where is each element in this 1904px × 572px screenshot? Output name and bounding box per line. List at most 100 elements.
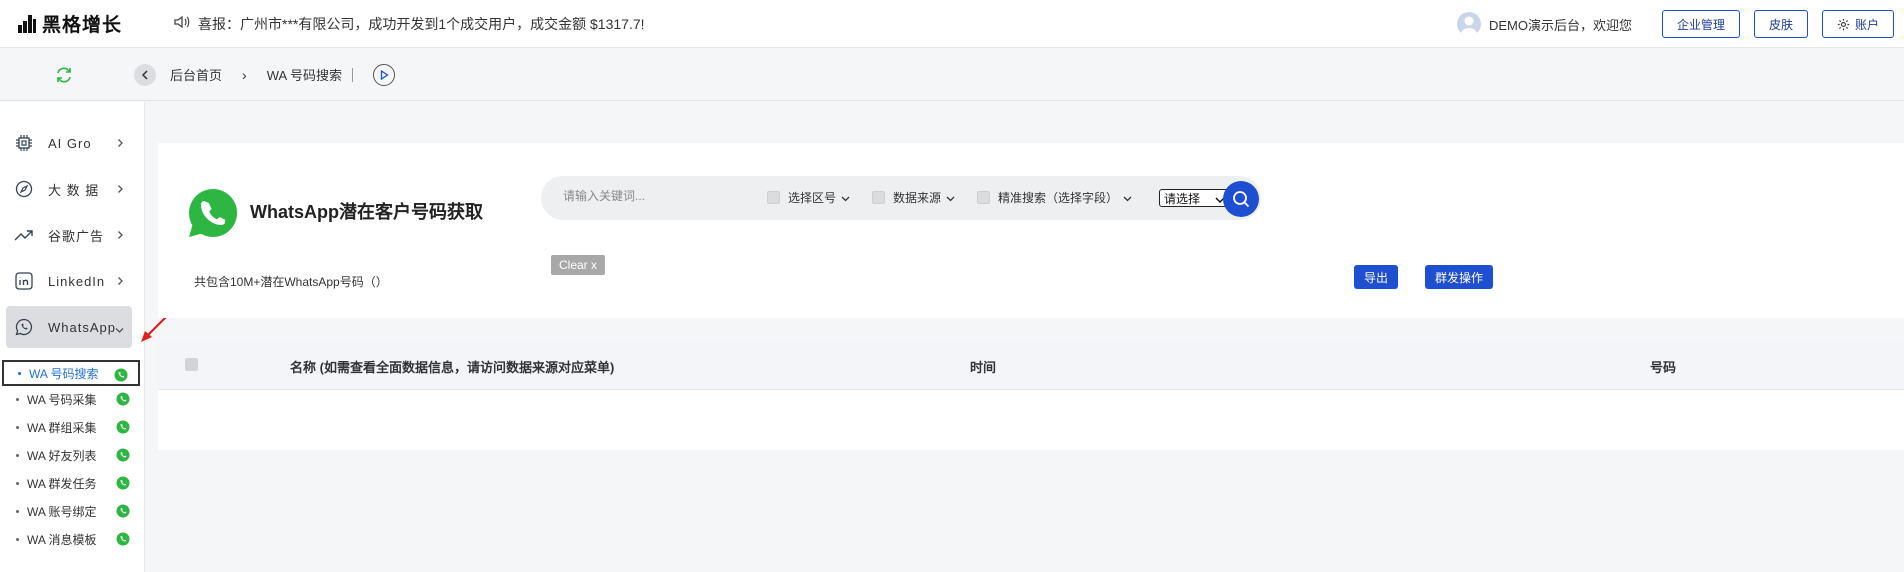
subitem-label: WA 账号绑定 [27, 504, 97, 519]
whatsapp-icon [114, 368, 128, 385]
sidebar-subitem-wa-message-template[interactable]: WA 消息模板 [2, 526, 140, 552]
skin-button[interactable]: 皮肤 [1753, 10, 1808, 38]
column-header-time: 时间 [970, 360, 997, 375]
logo-text: 黑格增长 [42, 15, 123, 36]
chevron-down-icon [1123, 191, 1132, 205]
field-select-value: 请选择 [1164, 191, 1201, 206]
sidebar: AI Gro 大 数 据 谷歌广告 LinkedIn WhatsApp WA 号… [0, 102, 145, 572]
notice-text: 喜报：广州市***有限公司，成功开发到1个成交用户，成交金额 $1317.7! [198, 15, 645, 32]
speaker-icon [174, 15, 190, 32]
results-table: 名称 (如需查看全面数据信息，请访问数据来源对应菜单) 时间 号码 [158, 340, 1904, 450]
filter-source[interactable]: 数据来源 [872, 189, 955, 206]
chevron-right-icon [117, 136, 124, 151]
breadcrumb-separator: › [242, 66, 247, 83]
sidebar-item-google-ads[interactable]: 谷歌广告 [6, 214, 132, 256]
sidebar-item-label: 大 数 据 [48, 182, 100, 198]
subitem-label: WA 群发任务 [27, 476, 97, 491]
whatsapp-logo-icon [187, 187, 239, 242]
whatsapp-icon [14, 318, 34, 336]
sidebar-item-whatsapp[interactable]: WhatsApp [6, 306, 132, 348]
subitem-label: WA 群组采集 [27, 420, 97, 435]
whatsapp-icon [116, 448, 130, 465]
logo[interactable]: 黑格增长 [18, 10, 138, 37]
search-bar: 选择区号 数据来源 精准搜索（选择字段） 请选择 [541, 176, 1261, 220]
export-button[interactable]: 导出 [1354, 265, 1399, 289]
tab-bar: 后台首页 › WA 号码搜索 [0, 49, 1904, 101]
sidebar-subitem-wa-number-search[interactable]: WA 号码搜索 [2, 360, 140, 386]
bullet [16, 481, 19, 485]
sidebar-subitem-wa-number-collect[interactable]: WA 号码采集 [2, 386, 140, 412]
subitem-label: WA 号码搜索 [29, 366, 99, 381]
clear-button[interactable]: Clear x [551, 255, 606, 275]
search-icon [1233, 191, 1250, 208]
chevron-right-icon [117, 274, 124, 289]
breadcrumb-home[interactable]: 后台首页 [170, 65, 222, 84]
bullet [16, 509, 19, 513]
bullet [16, 425, 19, 429]
sidebar-item-label: WhatsApp [48, 319, 116, 335]
compass-icon [14, 180, 34, 198]
sidebar-item-big-data[interactable]: 大 数 据 [6, 168, 132, 210]
sidebar-subitem-wa-bulk-task[interactable]: WA 群发任务 [2, 470, 140, 496]
chevron-right-icon [117, 228, 124, 243]
enterprise-button[interactable]: 企业管理 [1661, 10, 1740, 38]
page-title: WhatsApp潜在客户号码获取 [250, 202, 483, 222]
sidebar-item-linkedin[interactable]: LinkedIn [6, 260, 132, 302]
subitem-label: WA 号码采集 [27, 392, 97, 407]
whatsapp-icon [116, 532, 130, 549]
bullet [18, 371, 21, 375]
collapse-left-button[interactable] [134, 63, 156, 86]
sidebar-item-ai-gro[interactable]: AI Gro [6, 122, 132, 164]
search-card: WhatsApp潜在客户号码获取 共包含10M+潜在WhatsApp号码（） 选… [158, 143, 1904, 318]
whatsapp-icon [116, 392, 130, 409]
filter-region-checkbox[interactable] [767, 191, 780, 204]
filter-precise-checkbox[interactable] [977, 191, 990, 204]
table-header: 名称 (如需查看全面数据信息，请访问数据来源对应菜单) 时间 号码 [158, 340, 1904, 390]
filter-region-label: 选择区号 [788, 191, 837, 205]
subitem-label: WA 消息模板 [27, 532, 97, 547]
whatsapp-icon [116, 476, 130, 493]
chevron-down-icon [946, 191, 955, 205]
bullet [16, 537, 19, 541]
whatsapp-icon [116, 420, 130, 437]
subitem-label: WA 好友列表 [27, 448, 97, 463]
notice-bar: 喜报：广州市***有限公司，成功开发到1个成交用户，成交金额 $1317.7! [174, 14, 645, 34]
sidebar-subitem-wa-friend-list[interactable]: WA 好友列表 [2, 442, 140, 468]
top-header: 黑格增长 喜报：广州市***有限公司，成功开发到1个成交用户，成交金额 $131… [0, 0, 1904, 48]
column-header-name: 名称 (如需查看全面数据信息，请访问数据来源对应菜单) [290, 360, 615, 375]
sidebar-item-label: LinkedIn [48, 273, 106, 289]
avatar[interactable] [1456, 12, 1481, 36]
sidebar-subitem-wa-group-collect[interactable]: WA 群组采集 [2, 414, 140, 440]
filter-source-checkbox[interactable] [872, 191, 885, 204]
bullet [16, 453, 19, 457]
filter-source-label: 数据来源 [893, 191, 942, 205]
bulk-send-button[interactable]: 群发操作 [1425, 265, 1494, 289]
trend-icon [14, 227, 34, 243]
gear-icon [1837, 18, 1850, 30]
chevron-down-icon [841, 191, 850, 205]
field-select[interactable]: 请选择 [1159, 189, 1229, 207]
play-video-icon[interactable] [373, 63, 396, 86]
search-input[interactable] [563, 189, 743, 203]
chevron-down-icon [115, 322, 124, 337]
whatsapp-icon [116, 504, 130, 521]
linkedin-icon [14, 272, 34, 290]
filter-precise-label: 精准搜索（选择字段） [998, 191, 1119, 205]
sidebar-item-label: 谷歌广告 [48, 228, 105, 244]
filter-region[interactable]: 选择区号 [767, 189, 850, 206]
filter-precise[interactable]: 精准搜索（选择字段） [977, 189, 1132, 206]
column-header-number: 号码 [1650, 360, 1677, 375]
select-all-checkbox[interactable] [185, 358, 198, 371]
divider [352, 67, 354, 82]
welcome-text: DEMO演示后台，欢迎您 [1488, 17, 1632, 33]
refresh-icon[interactable] [0, 66, 128, 84]
account-label: 账户 [1854, 17, 1879, 32]
account-button[interactable]: 账户 [1821, 10, 1894, 38]
search-button[interactable] [1223, 181, 1259, 217]
chip-icon [14, 134, 34, 152]
logo-bars-icon [18, 14, 36, 33]
chevron-right-icon [117, 182, 124, 197]
sidebar-item-label: AI Gro [48, 135, 92, 151]
page-subtitle: 共包含10M+潜在WhatsApp号码（） [194, 275, 388, 289]
sidebar-subitem-wa-account-bind[interactable]: WA 账号绑定 [2, 498, 140, 524]
